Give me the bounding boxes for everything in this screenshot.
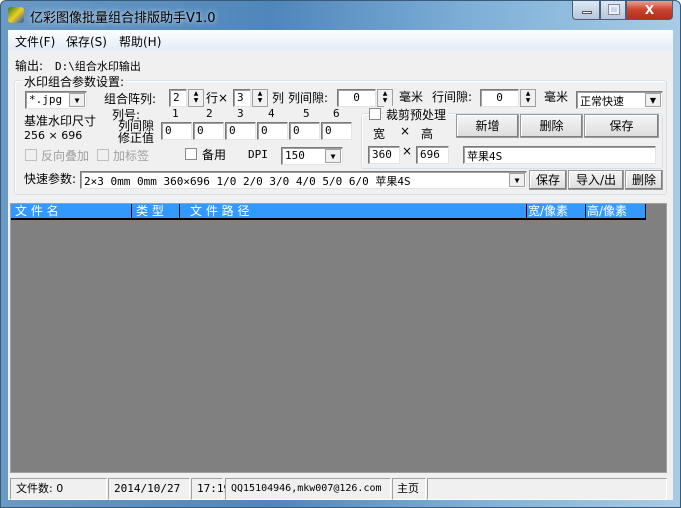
output-label: 输出: [15,59,44,73]
group-title: 水印组合参数设置: [22,73,127,90]
col-fix-input[interactable]: 0 [257,122,288,140]
app-icon [8,7,24,23]
mm-label: 毫米 [399,90,424,104]
height-label: 高 [421,127,434,141]
spare-checkbox[interactable] [185,148,197,160]
column-header-width[interactable]: 宽/像素 [527,204,586,220]
cols-input[interactable]: 3 [233,89,251,107]
chevron-down-icon: ▼ [509,173,525,187]
chevron-down-icon: ▼ [69,93,85,107]
status-time: 17:19 [191,478,230,500]
title-bar[interactable]: 亿彩图像批量组合排版助手V1.0 X [0,0,681,30]
dpi-select[interactable]: 150 ▼ [281,147,343,165]
delete-preset-button[interactable]: 删除 [520,114,583,138]
col-number: 3 [237,107,244,120]
quick-params-value: 2×3 0mm 0mm 360×696 1/0 2/0 3/0 4/0 5/0 … [84,175,411,188]
quick-params-label: 快速参数: [24,172,77,186]
menu-help[interactable]: 帮助(H) [119,33,161,50]
quick-delete-button[interactable]: 删除 [625,170,663,190]
col-fix-input[interactable]: 0 [161,122,192,140]
status-contact: QQ15104946,mkw007@126.com [225,478,391,500]
format-select[interactable]: *.jpg ▼ [25,91,87,109]
col-fix-input[interactable]: 0 [225,122,256,140]
chevron-down-icon: ▼ [645,93,661,107]
quick-save-button[interactable]: 保存 [529,170,567,190]
crop-height-input[interactable]: 696 [416,146,449,164]
spare-label: 备用 [202,148,227,162]
column-header-path[interactable]: 文 件 路 径 [180,204,527,220]
speed-value: 正常快速 [580,95,624,108]
col-fix-input[interactable]: 0 [193,122,224,140]
file-list[interactable]: 文 件 名 类 型 文 件 路 径 宽/像素 高/像素 [10,203,667,473]
crop-width-input[interactable]: 360 [368,146,400,164]
maximize-icon [608,4,620,15]
status-date: 2014/10/27 [108,478,190,500]
row-x-label: 行× [206,91,229,105]
window-title: 亿彩图像批量组合排版助手V1.0 [30,11,216,26]
width-label: 宽 [373,127,386,141]
save-preset-button[interactable]: 保存 [584,114,659,138]
col-number: 4 [268,107,275,120]
preset-name-input[interactable]: 苹果4S [463,146,656,164]
crop-checkbox[interactable] [369,108,381,120]
menu-bar: 文件(F) 保存(S) 帮助(H) [8,30,673,50]
add-tag-label: 加标签 [113,149,150,163]
col-gap-input[interactable]: 0 [337,89,376,107]
array-label: 组合阵列: [104,92,157,106]
status-home-link[interactable]: 主页 [392,478,426,500]
col-label: 列 [272,91,285,105]
column-header-filename[interactable]: 文 件 名 [11,204,132,220]
col-gap-label: 列间隙: [288,91,329,105]
format-value: *.jpg [29,93,63,106]
dpi-value: 150 [285,149,305,162]
col-number: 5 [303,107,310,120]
import-export-button[interactable]: 导入/出 [568,170,624,190]
speed-select[interactable]: 正常快速 ▼ [576,91,663,109]
cols-spinner[interactable]: ▲ ▼ [252,89,268,107]
output-path: D:\组合水印输出 [55,60,141,73]
col-number: 6 [333,107,340,120]
reverse-overlay-label: 反向叠加 [41,149,90,163]
quick-params-combo[interactable]: 2×3 0mm 0mm 360×696 1/0 2/0 3/0 4/0 5/0 … [80,171,527,189]
chevron-down-icon: ▼ [325,149,341,163]
close-icon: X [644,3,655,17]
menu-save[interactable]: 保存(S) [66,33,107,50]
col-fix-input[interactable]: 0 [321,122,352,140]
add-preset-button[interactable]: 新增 [456,114,519,138]
times-label: × [400,124,411,138]
column-header-height[interactable]: 高/像素 [586,204,646,220]
maximize-button[interactable] [600,1,626,20]
col-fix-input[interactable]: 0 [289,122,320,140]
status-file-count: 文件数: 0 [10,478,107,500]
close-button[interactable]: X [626,1,673,20]
reverse-overlay-checkbox[interactable] [25,149,37,161]
base-size-value: 256 × 696 [24,129,83,142]
row-gap-spinner[interactable]: ▲ ▼ [520,89,536,107]
column-header-type[interactable]: 类 型 [132,204,180,220]
col-fix-label-2: 修正值 [118,131,155,145]
minimize-icon [582,11,592,14]
rows-spinner[interactable]: ▲ ▼ [188,89,204,107]
row-gap-input[interactable]: 0 [480,89,519,107]
dpi-label: DPI [248,148,268,161]
minimize-button[interactable] [572,1,600,20]
row-gap-label: 行间隙: [432,90,473,104]
mm-label-2: 毫米 [544,90,569,104]
col-number: 1 [172,107,179,120]
crop-title: 裁剪预处理 [384,106,449,123]
times-label-2: × [402,144,413,158]
add-tag-checkbox[interactable] [97,149,109,161]
col-number: 2 [206,107,213,120]
col-gap-spinner[interactable]: ▲ ▼ [377,89,393,107]
status-extra [427,478,667,500]
rows-input[interactable]: 2 [169,89,187,107]
menu-file[interactable]: 文件(F) [15,33,55,50]
base-size-label: 基准水印尺寸 [24,114,97,128]
